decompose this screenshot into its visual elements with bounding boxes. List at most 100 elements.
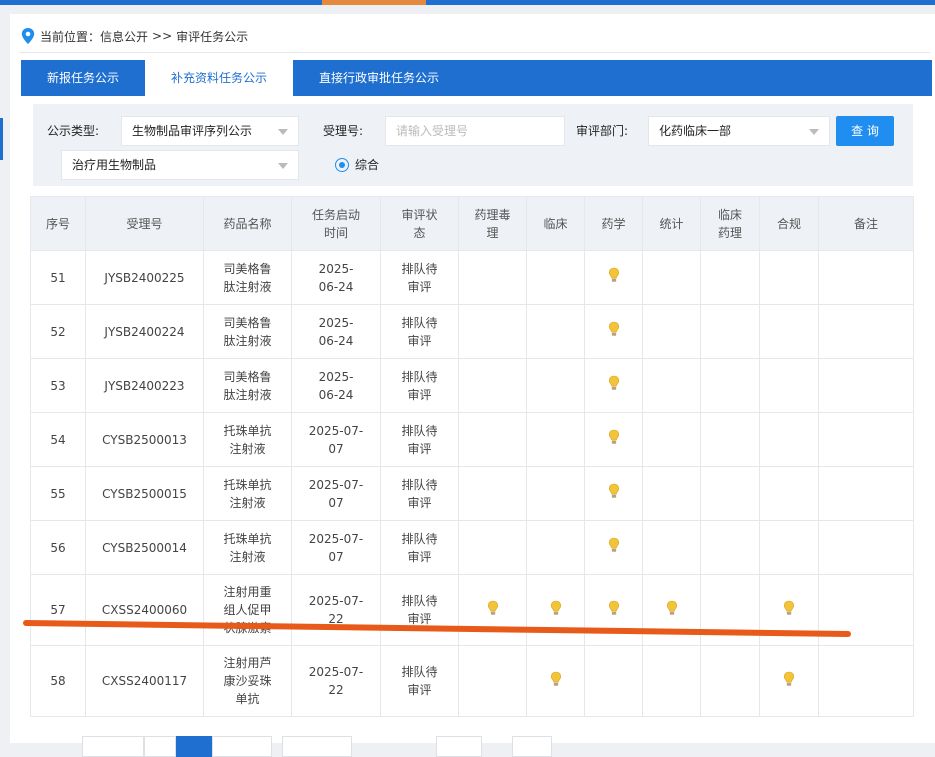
page-current-button[interactable] <box>176 736 212 757</box>
tab-new-task[interactable]: 新报任务公示 <box>21 60 145 96</box>
page-size-select[interactable] <box>282 736 352 757</box>
lightbulb-icon <box>666 600 677 615</box>
accept-number-input[interactable]: 请输入受理号 <box>385 116 565 146</box>
cell-start-date-text: 2025-07- <box>308 531 364 546</box>
cell-accept-number: JYSB2400225 <box>85 250 204 305</box>
cell-start-date: 2025- 06-24 <box>291 358 381 413</box>
column-header: 统计 <box>642 196 701 251</box>
cell-start-date-text: 2025- <box>318 369 354 384</box>
table-header-row: 序号 受理号 药品名称 任务启动 时间 审评状态药理毒理临床 药学 统计 临床 药理 合规 备注 <box>30 196 914 251</box>
cell-discipline-mark[interactable] <box>584 250 643 305</box>
cell-seq: 54 <box>30 412 86 467</box>
table-body: 51 JYSB2400225 司美格鲁 肽注射液 2025- 06-24 排队待 审评 52 JY… <box>30 250 914 717</box>
cell-drug-name-text: 托珠单抗 <box>223 423 272 438</box>
breadcrumb-separator: >> <box>152 29 173 43</box>
page-prev-button[interactable] <box>82 736 144 757</box>
column-header: 任务启动 时间 <box>291 196 381 251</box>
dept-select[interactable]: 化药临床一部 <box>648 116 830 146</box>
breadcrumb-section-link[interactable]: 信息公开 <box>100 28 148 45</box>
cell-drug-name-text: 托珠单抗 <box>223 477 272 492</box>
content-panel: 当前位置： 信息公开 >> 审评任务公示 新报任务公示 补充资料任务公示 直接行… <box>10 14 935 757</box>
cell-discipline-mark <box>526 358 585 413</box>
cell-discipline-mark <box>642 466 701 521</box>
column-header: 药品名称 <box>203 196 292 251</box>
dept-select-value: 化药临床一部 <box>659 124 732 138</box>
cell-accept-number: CXSS2400117 <box>85 645 204 717</box>
table-row[interactable]: 55 CYSB2500015 托珠单抗 注射液 2025-07- 07 排队待 审评 <box>30 466 914 521</box>
cell-review-status-text: 审评 <box>407 612 432 626</box>
cell-seq: 52 <box>30 304 86 359</box>
cell-discipline-mark[interactable] <box>584 304 643 359</box>
cell-review-status: 排队待 审评 <box>380 574 459 646</box>
cell-drug-name: 托珠单抗 注射液 <box>203 466 292 521</box>
page-jump-input[interactable] <box>436 736 482 757</box>
column-header: 受理号 <box>85 196 204 251</box>
cell-drug-name-text: 注射用重 <box>223 585 272 599</box>
type-select[interactable]: 生物制品审评序列公示 <box>121 116 299 146</box>
cell-drug-name-text: 托珠单抗 <box>223 531 272 546</box>
cell-start-date: 2025- 06-24 <box>291 250 381 305</box>
cell-discipline-mark <box>584 645 643 717</box>
cell-remark <box>818 466 914 521</box>
subtype-select[interactable]: 治疗用生物制品 <box>61 150 299 180</box>
lightbulb-icon <box>608 429 619 444</box>
query-button[interactable]: 查 询 <box>836 116 894 146</box>
cell-review-status: 排队待 审评 <box>380 358 459 413</box>
cell-review-status-text: 审评 <box>407 683 432 697</box>
cell-drug-name-text: 单抗 <box>235 692 260 706</box>
cell-discipline-mark <box>700 645 760 717</box>
lightbulb-icon <box>608 267 619 282</box>
column-header: 药理毒理 <box>458 196 527 251</box>
cell-seq: 55 <box>30 466 86 521</box>
cell-drug-name-text: 注射液 <box>229 549 266 564</box>
cell-discipline-mark <box>458 412 527 467</box>
cell-discipline-mark[interactable] <box>584 358 643 413</box>
cell-discipline-mark[interactable] <box>584 466 643 521</box>
comprehensive-radio-label: 综合 <box>355 158 380 172</box>
cell-start-date-text: 22 <box>328 612 344 626</box>
cell-drug-name: 注射用芦康沙妥珠单抗 <box>203 645 292 717</box>
breadcrumb-divider <box>20 52 930 53</box>
cell-drug-name-text: 肽注射液 <box>223 387 272 402</box>
column-header: 合规 <box>759 196 819 251</box>
cell-discipline-mark <box>642 250 701 305</box>
column-header: 审评状态 <box>380 196 459 251</box>
cell-discipline-mark[interactable] <box>526 645 585 717</box>
table-row[interactable]: 56 CYSB2500014 托珠单抗 注射液 2025-07- 07 排队待 审评 <box>30 520 914 575</box>
cell-drug-name-text: 注射用芦 <box>223 656 272 670</box>
breadcrumb-label: 当前位置： <box>40 29 101 44</box>
cell-discipline-mark[interactable] <box>759 645 819 717</box>
cell-drug-name-text: 组人促甲 <box>223 603 272 617</box>
cell-start-date: 2025-07- 07 <box>291 520 381 575</box>
table-row[interactable]: 57 CXSS2400060 注射用重 组人促甲 状腺激素 2025-07- 22 排队待 审评 <box>30 574 914 646</box>
cell-discipline-mark[interactable] <box>759 574 819 646</box>
cell-discipline-mark[interactable] <box>584 574 643 646</box>
cell-discipline-mark[interactable] <box>584 412 643 467</box>
table-row[interactable]: 54 CYSB2500013 托珠单抗 注射液 2025-07- 07 排队待 审评 <box>30 412 914 467</box>
lightbulb-icon <box>608 321 619 336</box>
cell-discipline-mark[interactable] <box>584 520 643 575</box>
page-next-button[interactable] <box>212 736 272 757</box>
cell-discipline-mark <box>458 358 527 413</box>
tab-direct-approval-task[interactable]: 直接行政审批任务公示 <box>293 60 465 96</box>
cell-start-date-text: 06-24 <box>318 333 354 348</box>
table-row[interactable]: 52 JYSB2400224 司美格鲁 肽注射液 2025- 06-24 排队待 审评 <box>30 304 914 359</box>
comprehensive-radio[interactable]: 综合 <box>335 156 379 173</box>
tab-supplement-task[interactable]: 补充资料任务公示 <box>145 60 294 96</box>
cell-remark <box>818 358 914 413</box>
table-row[interactable]: 58 CXSS2400117 注射用芦 康沙妥珠 单抗 2025-07- 22 排队待 审评 <box>30 645 914 717</box>
cell-discipline-mark[interactable] <box>458 574 527 646</box>
cell-discipline-mark <box>759 466 819 521</box>
column-header: 临床 <box>526 196 585 251</box>
page-jump-button[interactable] <box>512 736 552 757</box>
cell-discipline-mark[interactable] <box>526 574 585 646</box>
cell-drug-name-text: 康沙妥珠 <box>223 674 272 688</box>
cell-start-date-text: 2025- <box>318 261 354 276</box>
cell-discipline-mark <box>642 645 701 717</box>
page-number-button[interactable] <box>144 736 176 757</box>
cell-review-status-text: 审评 <box>407 441 432 456</box>
cell-discipline-mark[interactable] <box>642 574 701 646</box>
table-row[interactable]: 51 JYSB2400225 司美格鲁 肽注射液 2025- 06-24 排队待 审评 <box>30 250 914 305</box>
table-row[interactable]: 53 JYSB2400223 司美格鲁 肽注射液 2025- 06-24 排队待 审评 <box>30 358 914 413</box>
cell-discipline-mark <box>700 304 760 359</box>
